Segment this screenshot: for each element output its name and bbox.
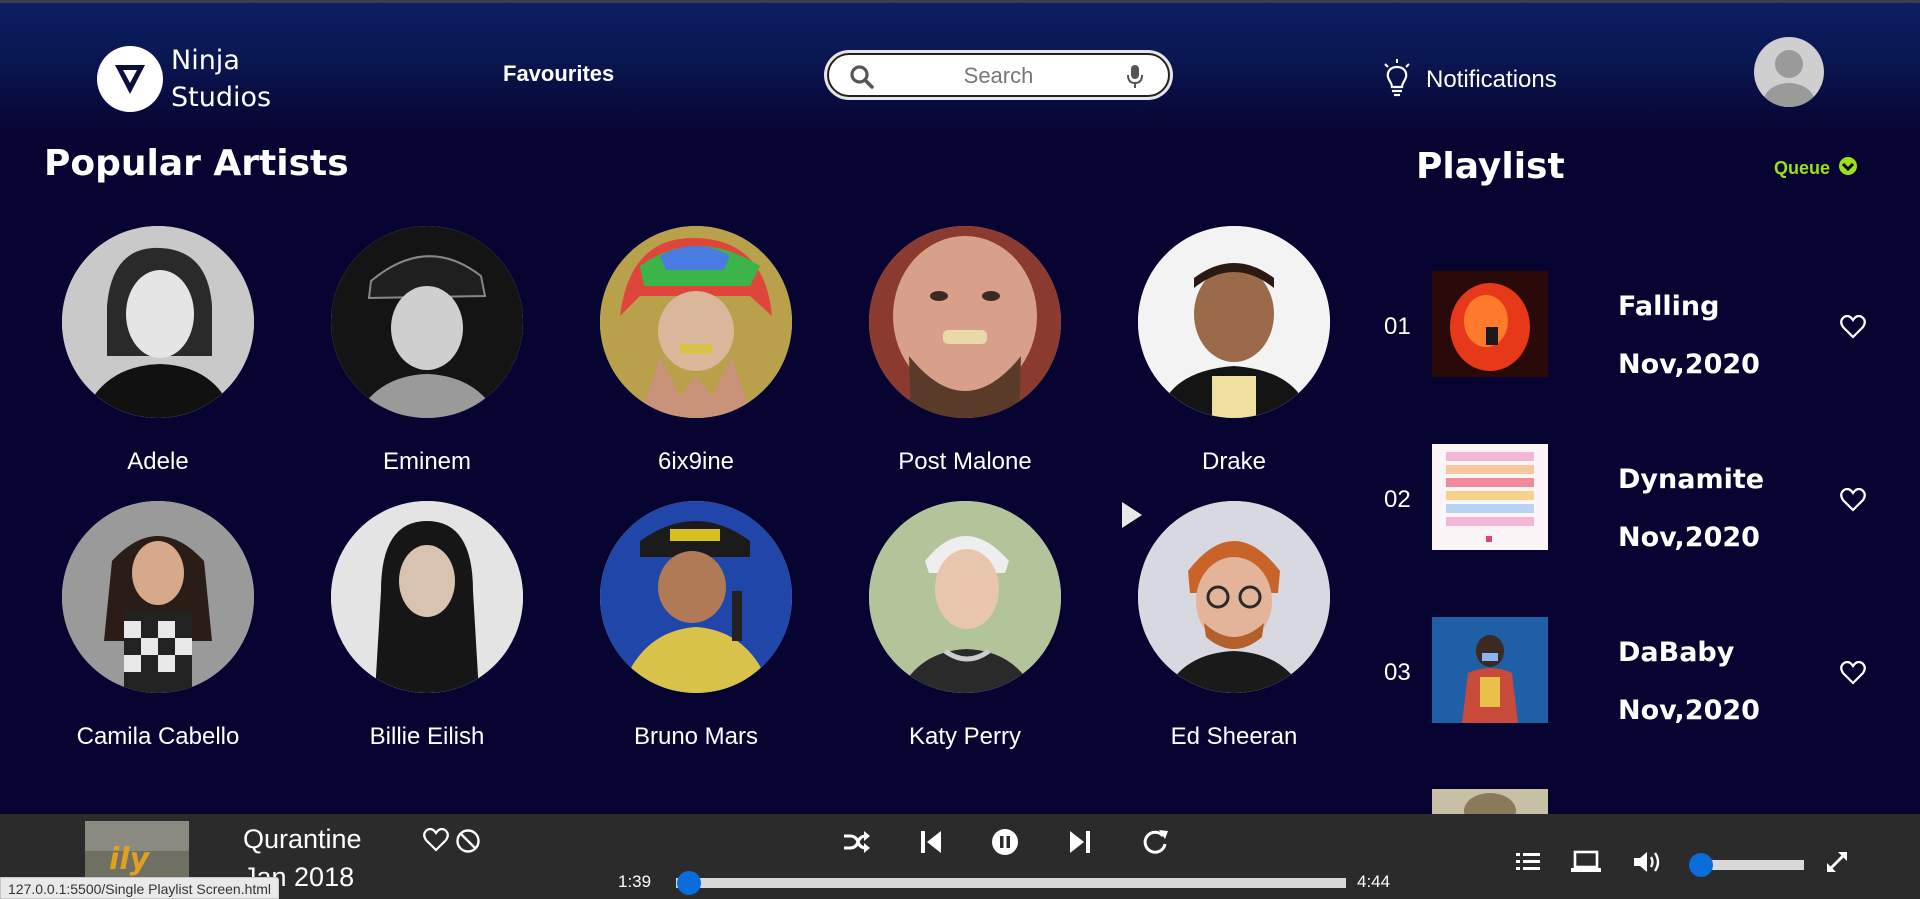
laptop-icon[interactable] [1570,850,1602,878]
user-avatar[interactable] [1754,37,1824,107]
playlist-track[interactable]: 03 DaBaby Nov,2020 [1384,617,1904,726]
heart-icon[interactable] [1840,660,1866,689]
artist-card-camila-cabello[interactable]: Camila Cabello [62,501,254,751]
artist-card-6ix9ine[interactable]: 6ix9ine [600,226,792,476]
artist-card-drake[interactable]: Drake [1138,226,1330,476]
player-bar: ily Qurantine Jan 2018 1:39 4:44 [0,814,1920,899]
svg-text:ily: ily [109,842,151,877]
artist-name: Katy Perry [908,723,1022,750]
artist-photo[interactable] [62,501,254,693]
track-cover[interactable] [1432,444,1548,550]
heart-icon[interactable] [1840,314,1866,343]
artist-name: 6ix9ine [657,448,735,475]
logo-line1: Ninja [171,45,240,76]
artist-photo[interactable] [600,226,792,418]
track-date: Nov,2020 [1618,695,1760,726]
track-number: 02 [1384,486,1411,513]
lightbulb-icon [1380,58,1414,102]
artist-card-bruno-mars[interactable]: Bruno Mars [600,501,792,751]
favourites-link[interactable]: Favourites [503,61,614,87]
microphone-icon[interactable] [1126,64,1144,94]
artist-card-katy-perry[interactable]: Katy Perry [869,501,1061,751]
track-date: Nov,2020 [1618,522,1760,553]
notifications-label: Notifications [1426,66,1557,93]
track-cover-partial[interactable] [1432,789,1548,814]
logo-line2: Studios [171,82,272,113]
artist-name: Ed Sheeran [1170,723,1298,750]
artist-photo[interactable] [331,226,523,418]
track-cover[interactable] [1432,617,1548,723]
previous-icon[interactable] [919,828,943,860]
logo[interactable]: Ninja Studios [97,42,271,116]
logo-text: Ninja Studios [171,42,271,116]
artist-name: Camila Cabello [76,723,240,750]
now-playing-title: Qurantine [243,824,362,854]
progress-bar[interactable] [676,878,1346,888]
now-playing-actions [423,827,481,858]
playlist-title: Playlist [1416,146,1565,187]
queue-label: Queue [1774,158,1831,178]
check-circle-icon [1838,156,1858,181]
total-time: 4:44 [1357,872,1391,891]
search-input[interactable]: Search [829,63,1168,89]
track-name: DaBaby [1618,637,1735,668]
progress-knob[interactable] [677,871,702,895]
next-icon[interactable] [1068,828,1092,860]
artist-name: Billie Eilish [369,723,485,750]
volume-knob[interactable] [1688,853,1713,877]
logo-icon [97,46,163,112]
artist-name: Bruno Mars [633,723,759,750]
artist-name: Drake [1201,448,1267,475]
popular-artists-title: Popular Artists [44,143,349,184]
block-icon[interactable] [455,828,481,858]
track-name: Dynamite [1618,464,1765,495]
volume-icon[interactable] [1632,850,1662,878]
current-time: 1:39 [618,872,652,891]
pause-icon[interactable] [991,828,1019,860]
track-date: Nov,2020 [1618,349,1760,380]
search-bar[interactable]: Search [827,53,1170,97]
artist-photo[interactable] [331,501,523,693]
artist-photo[interactable] [869,226,1061,418]
track-number: 01 [1384,313,1411,340]
heart-icon[interactable] [423,827,449,858]
header: Ninja Studios Favourites Search Notifica… [0,3,1920,133]
notifications-link[interactable]: Notifications [1380,58,1557,102]
repeat-icon[interactable] [1141,828,1169,860]
artist-name: Eminem [382,448,472,475]
playlist-track[interactable]: 02 Dynamite Nov,2020 [1384,444,1904,553]
track-name: Falling [1618,291,1720,322]
artist-name: Post Malone [898,448,1032,475]
status-bar-url: 127.0.0.1:5500/Single Playlist Screen.ht… [0,877,280,899]
artist-name: Adele [127,448,189,475]
artist-card-ed-sheeran[interactable]: Ed Sheeran [1138,501,1330,751]
artist-card-post-malone[interactable]: Post Malone [869,226,1061,476]
shuffle-icon[interactable] [842,828,870,860]
artist-photo[interactable] [1138,226,1330,418]
queue-list-icon[interactable] [1515,850,1541,878]
queue-button[interactable]: Queue [1774,156,1858,181]
heart-icon[interactable] [1840,487,1866,516]
track-number: 03 [1384,659,1411,686]
artist-card-billie-eilish[interactable]: Billie Eilish [331,501,523,751]
artist-card-eminem[interactable]: Eminem [331,226,523,476]
track-cover[interactable] [1432,271,1548,377]
artist-photo[interactable] [869,501,1061,693]
artist-photo[interactable] [1138,501,1330,693]
artist-card-adele[interactable]: Adele [62,226,254,476]
fullscreen-icon[interactable] [1825,850,1849,878]
artist-photo[interactable] [600,501,792,693]
artist-photo[interactable] [62,226,254,418]
playlist-track[interactable]: 01 Falling Nov,2020 [1384,271,1904,380]
